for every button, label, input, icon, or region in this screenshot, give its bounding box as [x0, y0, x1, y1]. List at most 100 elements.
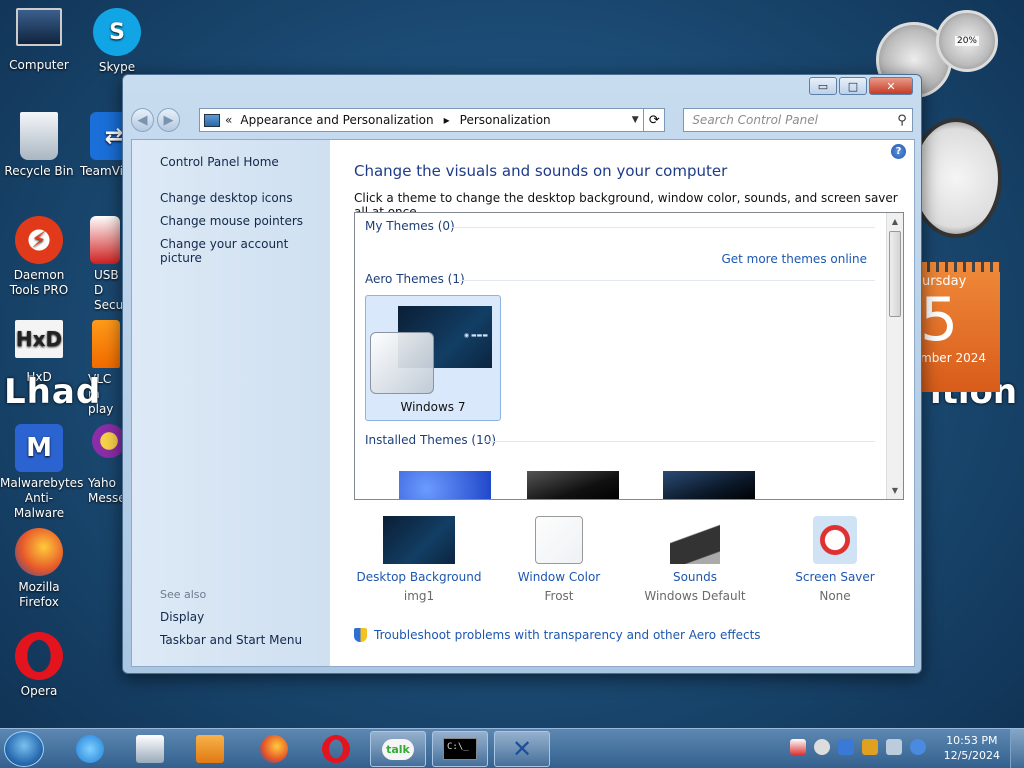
troubleshoot-link[interactable]: Troubleshoot problems with transparency … — [354, 628, 761, 642]
screen-saver-setting[interactable]: Screen Saver None — [770, 516, 900, 603]
media-player-icon — [196, 735, 224, 763]
desktop-icon-label: Skype — [98, 60, 136, 74]
desktop-icon-label: Malwarebytes Anti-Malware — [0, 476, 84, 520]
shield-icon — [354, 628, 367, 642]
scroll-up-icon[interactable]: ▲ — [887, 213, 903, 230]
sounds-icon — [670, 516, 720, 564]
installed-theme-thumbnail[interactable] — [527, 471, 619, 499]
desktop-background-value: img1 — [403, 589, 435, 603]
clock-gadget[interactable] — [910, 118, 1002, 238]
breadcrumb-personalization[interactable]: Personalization — [460, 113, 551, 127]
change-account-picture-link[interactable]: Change your account picture — [160, 237, 330, 265]
get-more-themes-link[interactable]: Get more themes online — [721, 252, 867, 266]
control-panel-icon — [204, 113, 221, 127]
taskbar-clock[interactable]: 10:53 PM 12/5/2024 — [944, 733, 1000, 763]
desktop-icon-usb-security[interactable]: USB D Secu — [78, 216, 126, 313]
theme-list-scrollbar[interactable]: ▲ ▼ — [886, 213, 903, 499]
search-input[interactable]: Search Control Panel ⚲ — [683, 108, 914, 132]
window-color-icon — [535, 516, 583, 564]
installed-theme-thumbnail[interactable] — [663, 471, 755, 499]
search-icon[interactable]: ⚲ — [892, 113, 912, 128]
back-button[interactable]: ◀ — [131, 108, 155, 132]
clock-time: 10:53 PM — [946, 734, 998, 747]
chevron-down-icon[interactable]: ▼ — [627, 115, 643, 125]
desktop-icon-daemon-tools[interactable]: ⚡ Daemon Tools PRO — [0, 216, 78, 298]
breadcrumb-separator-icon[interactable]: ▸ — [444, 113, 450, 127]
recycle-bin-icon — [20, 112, 58, 160]
volume-tray-icon[interactable] — [910, 739, 926, 755]
change-mouse-pointers-link[interactable]: Change mouse pointers — [160, 214, 303, 228]
window-color-value: Frost — [544, 589, 574, 603]
windows-logo-icon: ◉ ▬▬▬ — [463, 332, 488, 339]
desktop-icon-computer[interactable]: Computer — [0, 8, 78, 73]
desktop-icon-yahoo-messenger[interactable]: Yaho Messe — [78, 424, 126, 506]
calendar-number: 5 — [920, 285, 959, 355]
opera-icon — [15, 632, 63, 680]
taskbar-talk-button[interactable]: talk — [370, 731, 426, 767]
forward-button[interactable]: ▶ — [157, 108, 181, 132]
taskbar-opera-button[interactable] — [308, 731, 364, 767]
change-desktop-icons-link[interactable]: Change desktop icons — [160, 191, 293, 205]
window-color-setting[interactable]: Window Color Frost — [494, 516, 624, 603]
desktop-icon-recycle-bin[interactable]: Recycle Bin — [0, 112, 78, 179]
display-link[interactable]: Display — [160, 610, 204, 624]
address-chevron[interactable]: « — [225, 113, 232, 127]
desktop-icon-firefox[interactable]: Mozilla Firefox — [0, 528, 78, 610]
desktop-background-setting[interactable]: Desktop Background img1 — [354, 516, 484, 603]
talk-icon: talk — [382, 738, 414, 760]
group-divider — [451, 227, 875, 228]
desktop-icon-label: Yaho Messe — [88, 476, 126, 505]
navigation-bar: ◀ ▶ « Appearance and Personalization ▸ P… — [131, 107, 914, 133]
hxd-icon: HxD — [15, 320, 63, 358]
taskbar-x-app-button[interactable]: ✕ — [494, 731, 550, 767]
flag-tray-icon[interactable] — [862, 739, 878, 755]
theme-tile-windows-7[interactable]: ◉ ▬▬▬ Windows 7 — [365, 295, 501, 421]
help-icon[interactable]: ? — [891, 144, 906, 159]
taskbar-firefox-button[interactable] — [246, 731, 302, 767]
scrollbar-thumb[interactable] — [889, 231, 901, 317]
vlc-icon — [92, 320, 120, 368]
teamviewer-icon: ⇄ — [90, 112, 126, 160]
refresh-button[interactable]: ⟳ — [644, 108, 666, 132]
sounds-label: Sounds — [672, 570, 718, 584]
taskbar-ie-button[interactable] — [62, 731, 118, 767]
see-also-heading: See also — [160, 588, 207, 601]
desktop-icon-opera[interactable]: Opera — [0, 632, 78, 699]
network-tray-icon[interactable] — [886, 739, 902, 755]
desktop-icon-label: USB D Secu — [94, 268, 124, 312]
security-tray-icon[interactable] — [790, 739, 806, 755]
show-desktop-button[interactable] — [1010, 729, 1024, 768]
scroll-down-icon[interactable]: ▼ — [887, 482, 903, 499]
desktop-icon-teamviewer[interactable]: ⇄ TeamVi — [78, 112, 126, 179]
taskbar: talk C:\_ ✕ 10:53 PM 12/5/2024 — [0, 728, 1024, 768]
start-button[interactable] — [4, 731, 44, 767]
desktop-background-icon — [383, 516, 455, 564]
windows-media-center-icon — [136, 735, 164, 763]
notification-area — [790, 739, 934, 755]
taskbar-media-player-button[interactable] — [182, 731, 238, 767]
installed-theme-thumbnail[interactable] — [399, 471, 491, 499]
computer-icon — [16, 8, 62, 46]
taskbar-start-menu-link[interactable]: Taskbar and Start Menu — [160, 633, 302, 647]
desktop-icon-malwarebytes[interactable]: M Malwarebytes Anti-Malware — [0, 424, 84, 521]
chat-tray-icon[interactable] — [814, 739, 830, 755]
control-panel-home-link[interactable]: Control Panel Home — [160, 155, 279, 169]
desktop-icon-skype[interactable]: S Skype — [78, 8, 156, 75]
desktop-icon-label: Computer — [9, 58, 69, 72]
window-color-label: Window Color — [517, 570, 601, 584]
address-bar[interactable]: « Appearance and Personalization ▸ Perso… — [199, 108, 645, 132]
aero-themes-heading: Aero Themes (1) — [365, 272, 465, 286]
maximize-button[interactable]: □ — [839, 77, 867, 95]
memory-meter-gadget[interactable]: 20% — [936, 10, 998, 72]
theme-list[interactable]: My Themes (0) Get more themes online Aer… — [354, 212, 904, 500]
calendar-gadget[interactable]: ursday 5 mber 2024 — [918, 262, 1000, 392]
desktop-icon-label: Recycle Bin — [4, 164, 74, 178]
close-button[interactable]: ✕ — [869, 77, 913, 95]
personalization-window: ▭ □ ✕ ◀ ▶ « Appearance and Personalizati… — [122, 74, 922, 674]
taskbar-cmd-button[interactable]: C:\_ — [432, 731, 488, 767]
sounds-setting[interactable]: Sounds Windows Default — [630, 516, 760, 603]
breadcrumb-appearance[interactable]: Appearance and Personalization — [240, 113, 433, 127]
minimize-button[interactable]: ▭ — [809, 77, 837, 95]
cloud-tray-icon[interactable] — [838, 739, 854, 755]
taskbar-windows-media-center-button[interactable] — [122, 731, 178, 767]
